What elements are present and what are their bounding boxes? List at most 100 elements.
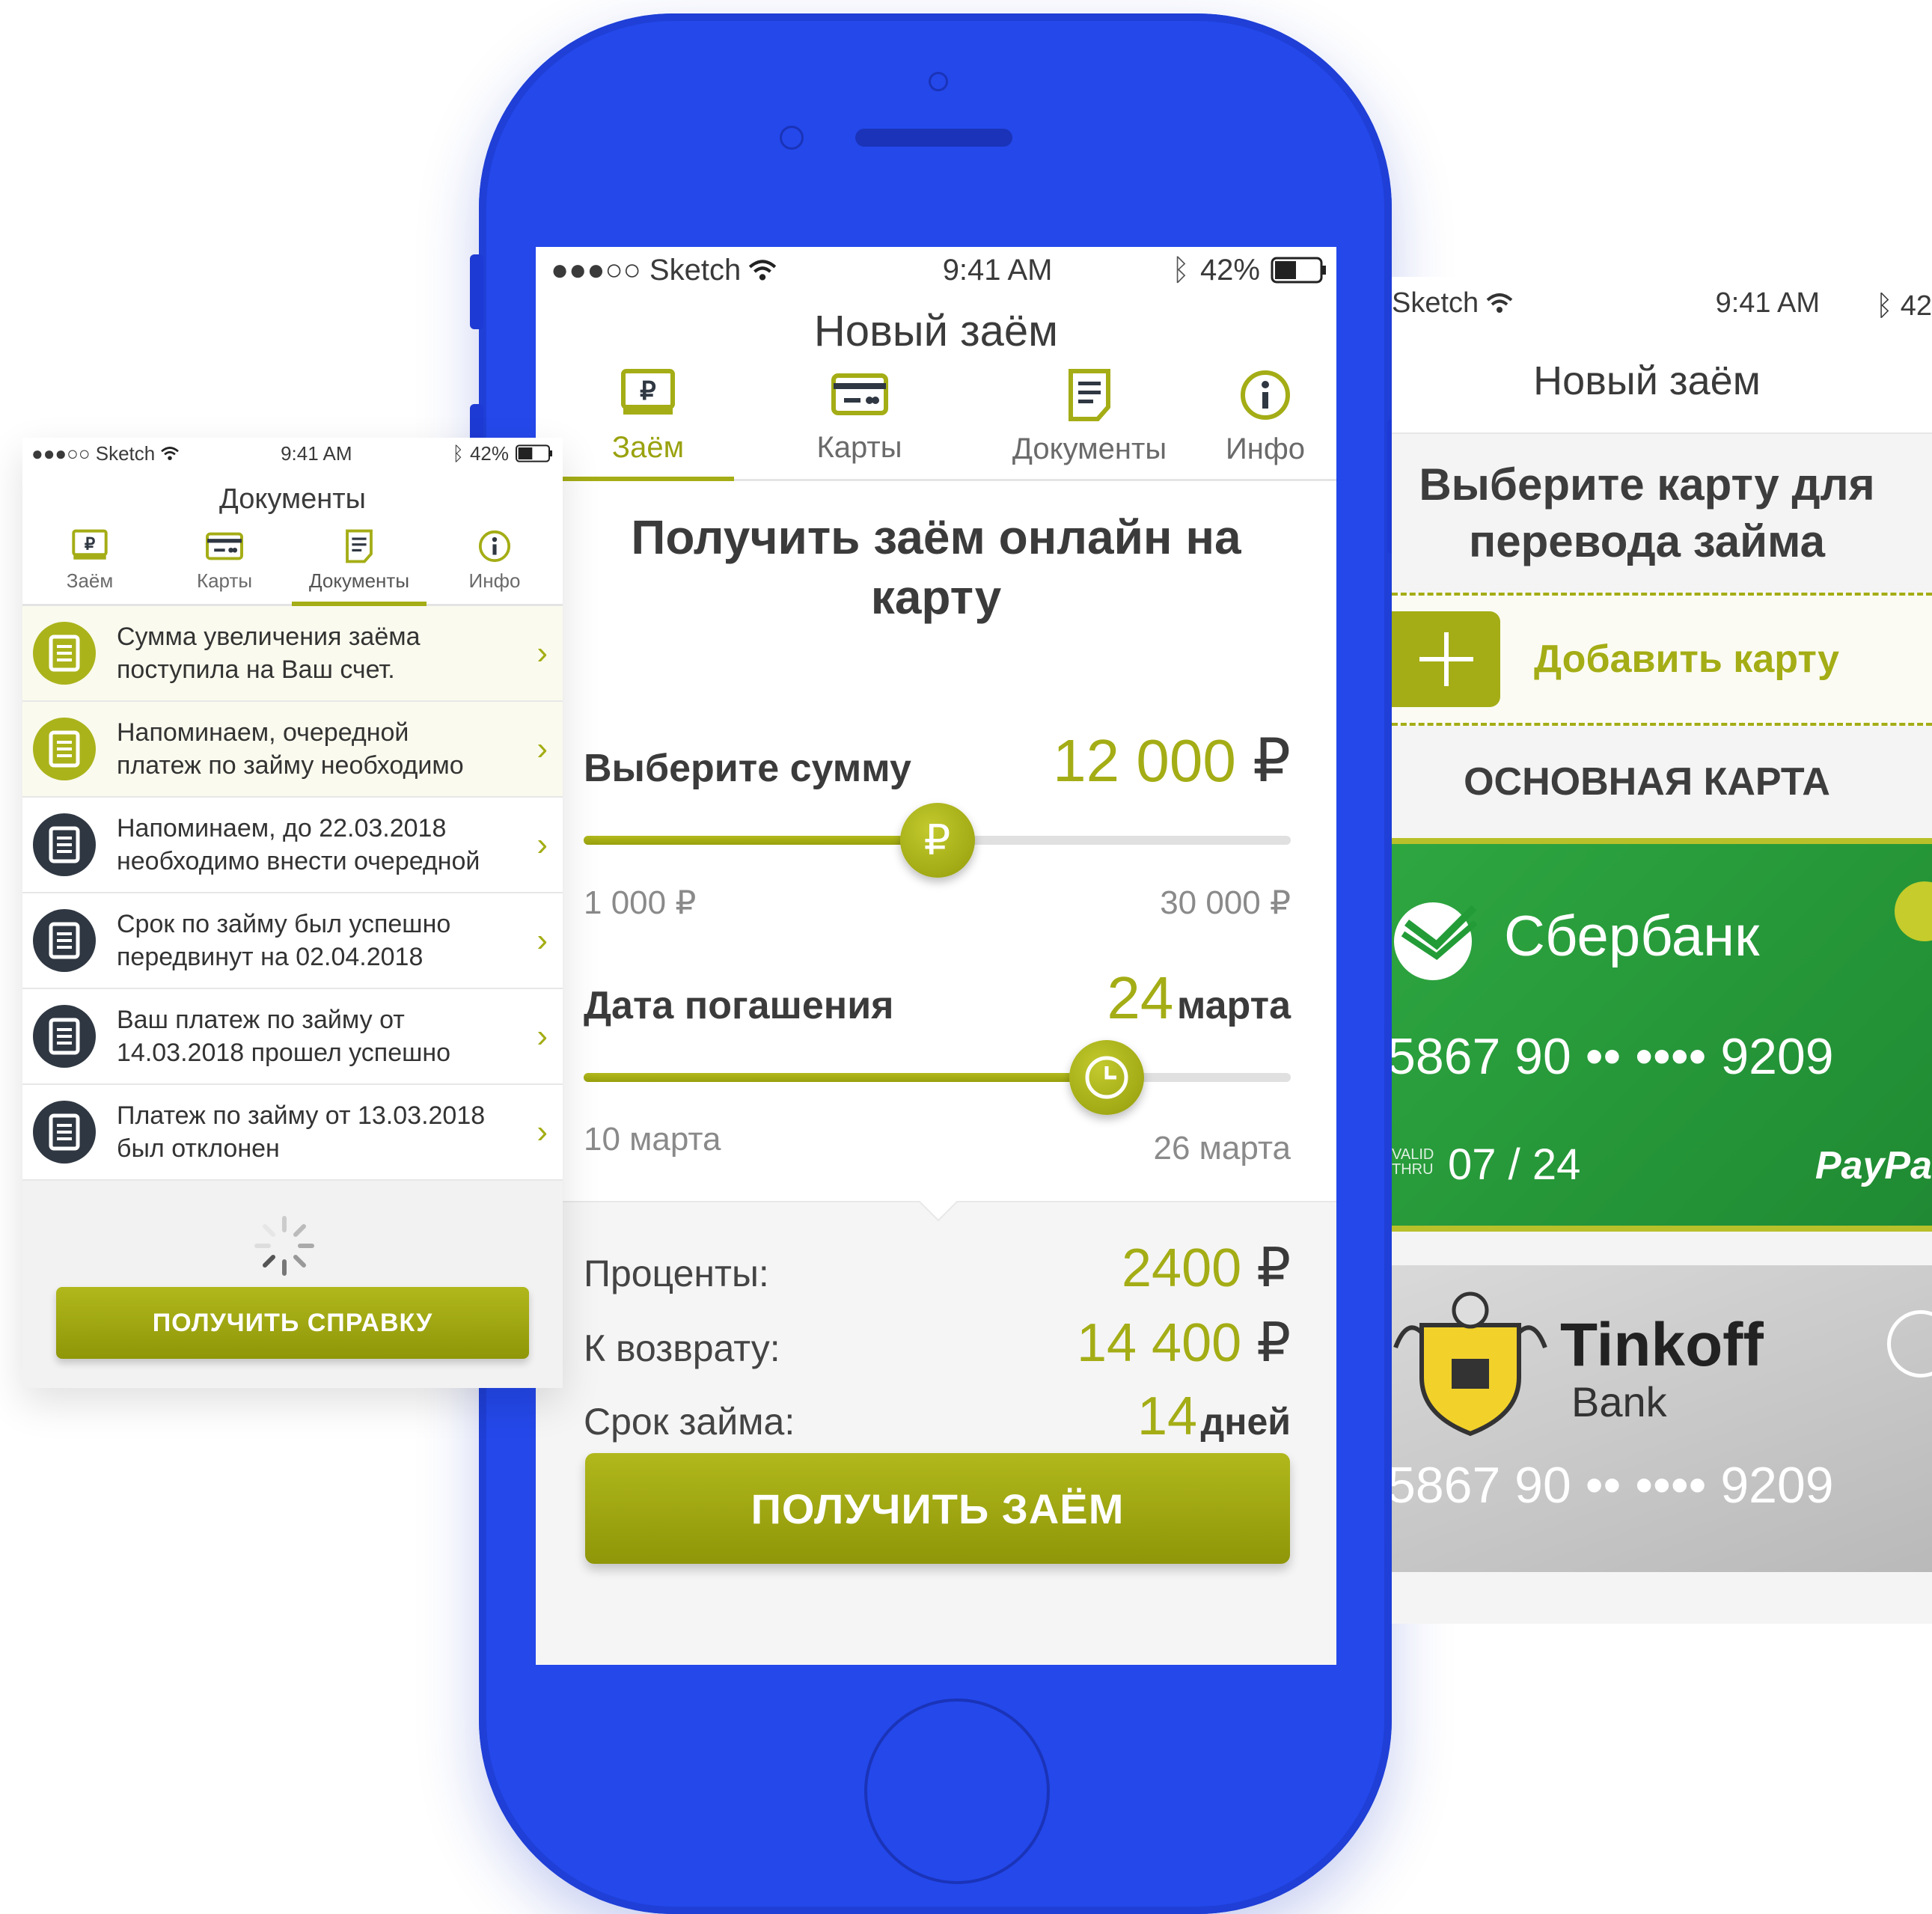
document-title-line: Напоминаем, до 22.03.2018 (117, 814, 447, 843)
time-label: 9:41 AM (942, 253, 1053, 287)
section-main-card: ОСНОВНАЯ КАРТА (1464, 760, 1830, 804)
page-title: Новый заём (1392, 329, 1932, 434)
thru-label: THRU (1392, 1161, 1434, 1178)
document-title-line: 14.03.2018 прошел успешно (117, 1039, 451, 1067)
get-certificate-button[interactable]: ПОЛУЧИТЬ СПРАВКУ (56, 1287, 529, 1359)
document-icon (33, 622, 96, 685)
document-title-line: необходимо внести очередной (117, 847, 480, 875)
document-title-line: поступила на Ваш счет. (117, 655, 395, 684)
time-label: 9:41 AM (1715, 287, 1820, 319)
battery-icon (515, 444, 552, 462)
chevron-right-icon: › (537, 730, 548, 767)
date-slider[interactable] (584, 1040, 1291, 1115)
plus-icon[interactable] (1392, 611, 1500, 707)
date-slider-fill (584, 1073, 1107, 1082)
document-title-line: Срок по займу был успешно (117, 910, 451, 938)
info-icon (1241, 370, 1290, 420)
time-label: 9:41 AM (281, 441, 352, 465)
amount-min: 1 000 ₽ (584, 884, 697, 921)
date-value: 24 (1107, 964, 1174, 1031)
phone-speaker (855, 129, 1012, 147)
amount-currency: ₽ (1253, 727, 1291, 794)
wifi-icon (749, 260, 777, 281)
card-number: 5867 90 •• •••• 9209 (1392, 1457, 1834, 1514)
tab-loan[interactable]: ₽ Заём (562, 368, 734, 481)
date-max: 26 марта (1153, 1130, 1291, 1167)
tab-documents[interactable]: Документы (292, 529, 427, 606)
valid-label: VALID (1392, 1146, 1434, 1163)
document-row[interactable]: Сумма увеличения заёма поступила на Ваш с… (22, 606, 563, 702)
chevron-right-icon: › (537, 922, 548, 958)
document-icon (33, 909, 96, 972)
summary-row-interest: Проценты: 2400 ₽ (584, 1238, 1291, 1298)
add-card-row[interactable]: Добавить карту (1392, 593, 1932, 726)
document-row[interactable]: Ваш платеж по займу от 14.03.2018 прошел … (22, 989, 563, 1085)
sberbank-logo-icon (1394, 902, 1478, 980)
card-bank-subname: Bank (1571, 1378, 1667, 1425)
amount-slider[interactable]: ₽ (584, 803, 1291, 878)
card-bank-name: Tinkoff (1560, 1311, 1764, 1379)
document-icon (1069, 369, 1110, 421)
document-icon (33, 813, 96, 876)
chevron-right-icon: › (537, 1018, 548, 1054)
card-bank-name: Сбербанк (1504, 905, 1760, 968)
ruble-doc-icon: ₽ (621, 369, 675, 415)
battery-label: 42% (469, 441, 509, 465)
get-loan-button[interactable]: ПОЛУЧИТЬ ЗАЁМ (585, 1453, 1290, 1564)
amount-section: Выберите сумму 12 000 ₽ ₽ 1 000 ₽ 30 000… (584, 726, 1291, 922)
document-title-line: Сумма увеличения заёма (117, 623, 421, 651)
amount-slider-handle[interactable]: ₽ (899, 803, 975, 878)
document-row[interactable]: Платеж по займу от 13.03.2018 был отклоне… (22, 1085, 563, 1181)
documents-screen: ●●●○○ Sketch 9:41 AM ᛒ 42% Документы ₽ З… (22, 438, 563, 1388)
date-label: Дата погашения (584, 984, 894, 1027)
card-select-heading: Выберите карту для перевода займа (1392, 434, 1932, 593)
tab-info[interactable]: Инфо (427, 529, 563, 604)
tinkoff-card[interactable]: Tinkoff Bank 5867 90 •• •••• 9209 (1392, 1265, 1932, 1572)
paypal-logo: PayPa (1815, 1144, 1932, 1187)
date-min: 10 марта (584, 1121, 721, 1158)
new-loan-screen: ●●●○○ Sketch 9:41 AM ᛒ 42% Новый заём ₽ … (536, 247, 1336, 1665)
selected-check-icon (1895, 881, 1932, 941)
document-title-line: Ваш платеж по займу от (117, 1006, 405, 1034)
card-number: 5867 90 •• •••• 9209 (1392, 1028, 1834, 1085)
card-select-screen: Sketch 9:41 AM ᛒ 42 Новый заём Выберите … (1392, 277, 1932, 1624)
tab-info[interactable]: Инфо (1194, 368, 1336, 479)
add-card-label[interactable]: Добавить карту (1534, 637, 1839, 682)
unselected-check-icon (1887, 1310, 1932, 1378)
tab-documents[interactable]: Документы (985, 368, 1194, 479)
loading-spinner-icon (254, 1216, 314, 1276)
document-row[interactable]: Срок по займу был успешно передвинут на 0… (22, 893, 563, 989)
amount-label: Выберите сумму (584, 747, 911, 790)
tab-cards[interactable]: Карты (734, 368, 985, 479)
bluetooth-icon: ᛒ (1171, 253, 1190, 287)
bluetooth-icon: ᛒ (452, 441, 464, 465)
chevron-right-icon: › (537, 635, 548, 671)
wifi-icon (161, 447, 180, 460)
phone-sensor (929, 72, 948, 91)
home-button[interactable] (864, 1699, 1050, 1884)
document-title-line: был отклонен (117, 1134, 280, 1163)
document-title-line: передвинут на 02.04.2018 (117, 943, 424, 971)
status-bar: Sketch 9:41 AM (1392, 277, 1932, 329)
document-row[interactable]: Напоминаем, до 22.03.2018 необходимо внес… (22, 798, 563, 893)
document-title-line: Напоминаем, очередной (117, 718, 409, 747)
svg-text:₽: ₽ (85, 535, 95, 554)
document-title-line: Платеж по займу от 13.03.2018 (117, 1101, 486, 1130)
sberbank-card[interactable]: Сбербанк 5867 90 •• •••• 9209 VALID THRU… (1392, 838, 1932, 1232)
tab-bar: ₽ Заём Карты Документы Инфо (22, 529, 563, 606)
date-section: Дата погашения 24 марта 10 марта 26 март… (584, 964, 1291, 1167)
document-row[interactable]: Напоминаем, очередной платеж по займу нео… (22, 702, 563, 798)
document-list: Сумма увеличения заёма поступила на Ваш с… (22, 606, 563, 1181)
tab-cards[interactable]: Карты (157, 529, 292, 604)
carrier-label: Sketch (1392, 287, 1479, 319)
card-valid-date: 07 / 24 (1448, 1140, 1581, 1189)
amount-max: 30 000 ₽ (1160, 884, 1291, 921)
document-icon (346, 529, 373, 563)
tab-loan[interactable]: ₽ Заём (22, 529, 157, 604)
phone-mute-switch (470, 254, 483, 329)
document-icon (33, 718, 96, 780)
loan-heading: Получить заём онлайн на карту (631, 510, 1241, 624)
date-slider-handle[interactable] (1069, 1040, 1145, 1115)
chevron-right-icon: › (537, 826, 548, 863)
page-title: Новый заём (813, 306, 1059, 355)
